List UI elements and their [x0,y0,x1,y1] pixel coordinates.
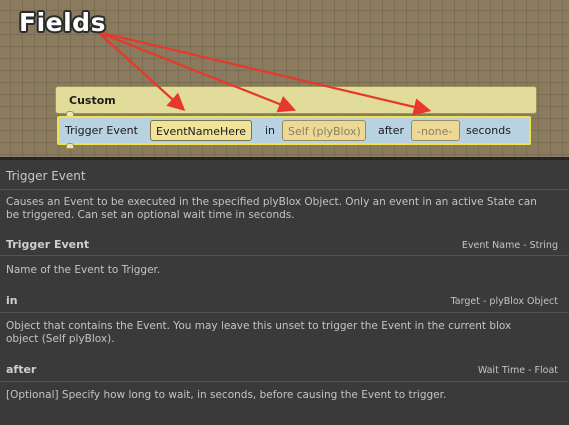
section-desc-in: Object that contains the Event. You may … [6,320,512,345]
divider [0,255,569,256]
block-label-trigger-event: Trigger Event [65,124,138,137]
doc-description: Causes an Event to be executed in the sp… [6,196,537,221]
documentation-panel: Trigger Event Causes an Event to be exec… [0,157,569,425]
divider [0,381,569,382]
section-type-after: Wait Time - Float [477,365,558,376]
section-type-trigger-event: Event Name - String [461,240,558,251]
section-type-in: Target - plyBlox Object [450,296,558,307]
target-field[interactable]: Self (plyBlox) [282,120,366,141]
section-name-in: in [6,294,18,307]
block-header[interactable]: Custom [55,86,537,114]
block-title: Custom [69,94,116,107]
block-label-in: in [265,124,276,137]
wait-time-field[interactable]: -none- [411,120,460,141]
block-label-after: after [378,124,405,137]
section-desc-after: [Optional] Specify how long to wait, in … [6,389,447,401]
block-connector-bottom [66,143,74,149]
trigger-event-block[interactable]: Trigger Event EventNameHere in Self (ply… [57,116,531,145]
doc-title: Trigger Event [6,169,86,183]
section-name-after: after [6,363,37,376]
block-label-seconds: seconds [466,124,511,137]
divider [0,189,569,190]
divider [0,312,569,313]
panel-divider-bar [0,157,569,160]
section-desc-trigger-event: Name of the Event to Trigger. [6,264,161,276]
blox-canvas[interactable]: Custom Trigger Event EventNameHere in Se… [0,0,569,157]
event-name-field[interactable]: EventNameHere [150,120,252,141]
fields-annotation-label: Fields [19,8,106,37]
section-name-trigger-event: Trigger Event [6,238,90,251]
